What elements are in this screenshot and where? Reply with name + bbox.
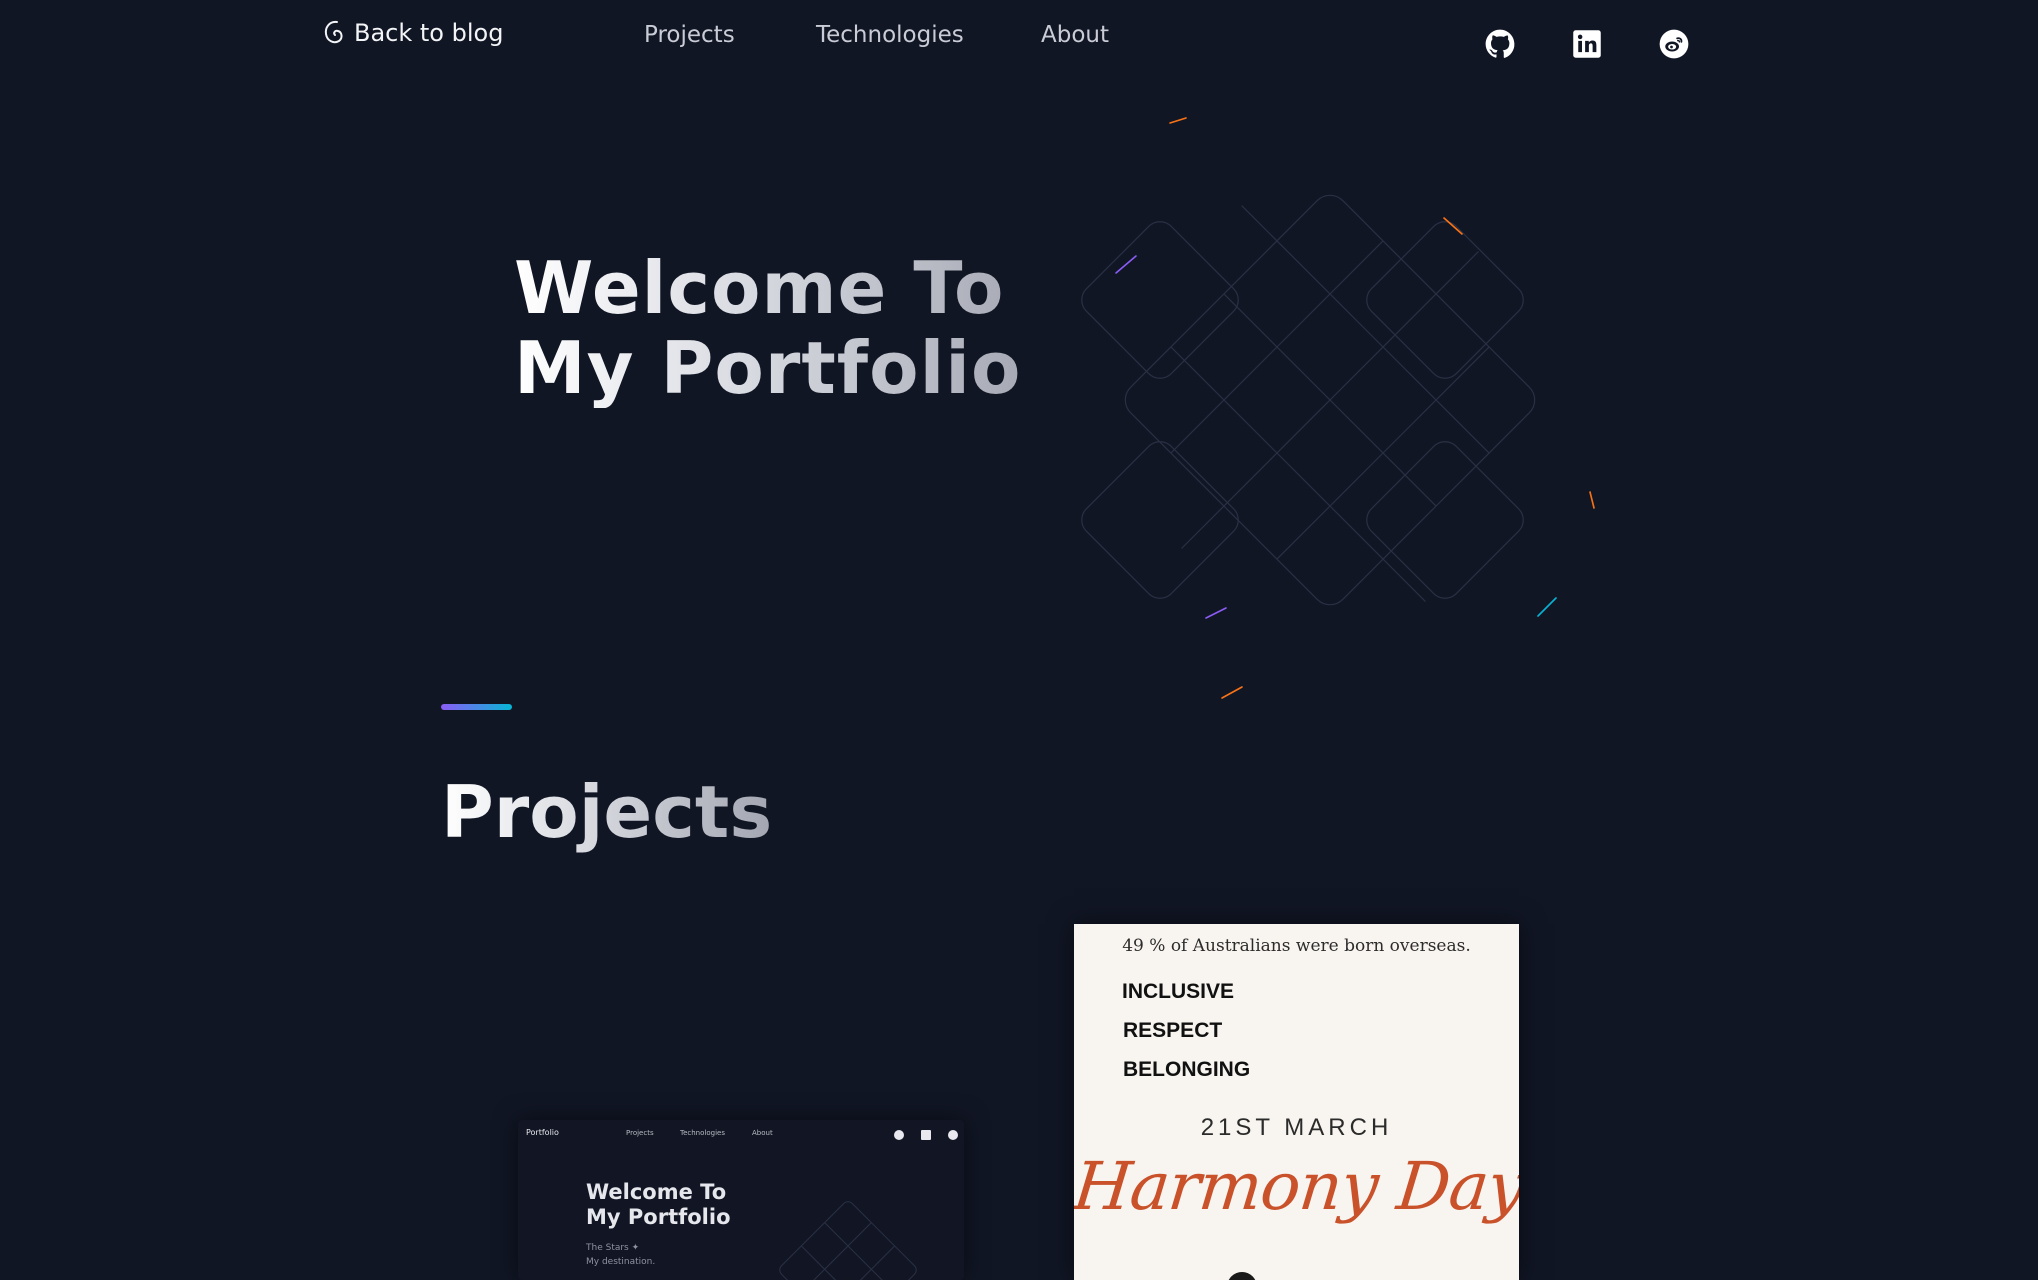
back-to-blog-label: Back to blog [354, 19, 504, 47]
mini-title-line1: Welcome To [586, 1180, 727, 1204]
back-to-blog-link[interactable]: Back to blog [322, 18, 503, 48]
linkedin-link[interactable] [1571, 28, 1603, 60]
section-accent-bar [441, 704, 512, 710]
mini-nav-projects: Projects [626, 1129, 654, 1137]
poster-word-inclusive: INCLUSIVE [1122, 980, 1235, 1003]
project-card-harmony-day[interactable]: 49 % of Australians were born overseas. … [1074, 924, 1519, 1280]
hero-title: Welcome To My Portfolio [514, 248, 1021, 408]
poster-word-belonging: BELONGING [1123, 1058, 1251, 1081]
nav-link-technologies[interactable]: Technologies [816, 22, 964, 48]
mini-grid-graphic [779, 1201, 917, 1280]
mini-sub-line1: The Stars ✦ [586, 1243, 640, 1253]
projects-heading: Projects [441, 770, 773, 854]
github-link[interactable] [1484, 28, 1516, 60]
project-card-portfolio[interactable]: Portfolio Projects Technologies About We… [518, 1120, 964, 1280]
swirl-logo-icon [324, 20, 343, 44]
mini-title-line2: My Portfolio [586, 1205, 731, 1229]
mini-logo: Portfolio [526, 1128, 559, 1137]
poster-word-respect: RESPECT [1123, 1019, 1223, 1042]
nav-link-about[interactable]: About [1041, 22, 1109, 48]
decorative-grid-graphic [1081, 117, 1595, 699]
mini-nav-technologies: Technologies [680, 1129, 725, 1137]
weibo-icon [1659, 29, 1689, 59]
poster-statistic: 49 % of Australians were born overseas. [1122, 936, 1471, 956]
hero-title-line2: My Portfolio [514, 326, 1022, 410]
mini-weibo-icon [948, 1130, 958, 1140]
mini-sub-line2: My destination. [586, 1257, 656, 1267]
nav-link-projects[interactable]: Projects [644, 22, 735, 48]
linkedin-icon [1573, 30, 1601, 58]
mini-linkedin-icon [921, 1130, 931, 1140]
poster-script-title: Harmony Day [1074, 1148, 1519, 1225]
mini-github-icon [894, 1130, 904, 1140]
github-icon [1485, 29, 1515, 58]
mini-subtitle: The Stars ✦ My destination. [586, 1241, 655, 1269]
hero-title-line1: Welcome To [514, 246, 1005, 330]
mini-hero-title: Welcome To My Portfolio [586, 1180, 731, 1230]
mini-nav-about: About [752, 1129, 773, 1137]
poster-dot [1227, 1272, 1257, 1280]
weibo-link[interactable] [1658, 28, 1690, 60]
poster-date: 21ST MARCH [1200, 1114, 1393, 1141]
